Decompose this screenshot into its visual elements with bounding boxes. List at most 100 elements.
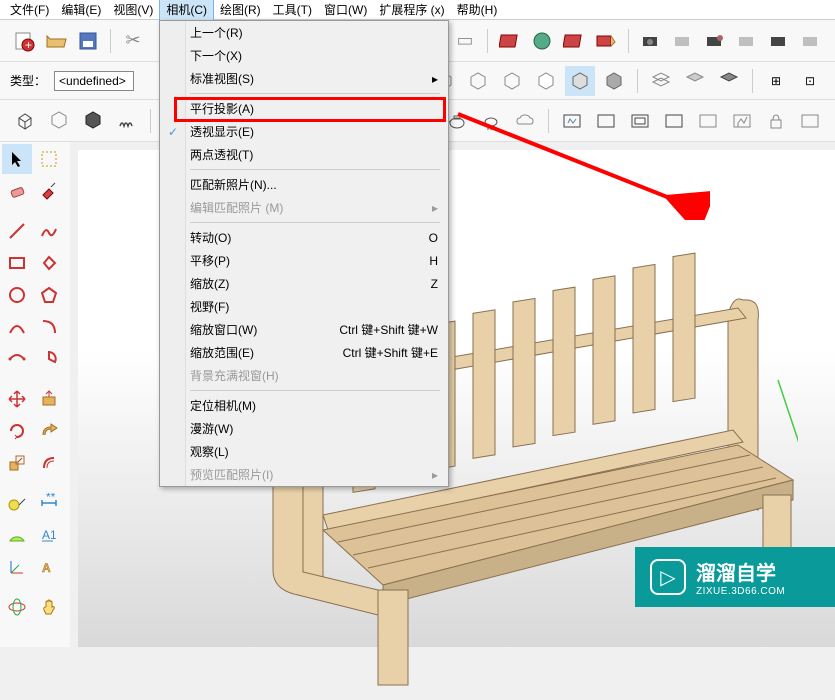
menu-next[interactable]: 下一个(X) [160,44,448,67]
red-box-icon[interactable] [496,27,524,55]
3dtext-tool[interactable]: A [34,552,64,582]
offset-tool[interactable] [34,448,64,478]
divider [752,69,753,93]
rotate-tool[interactable] [2,416,32,446]
iso-icon[interactable] [10,106,40,136]
camera4-icon[interactable] [733,27,761,55]
menu-zoom-window[interactable]: 缩放窗口(W)Ctrl 键+Shift 键+W [160,318,448,341]
camera3-icon[interactable] [701,27,729,55]
followme-tool[interactable] [34,416,64,446]
watermark-url: ZIXUE.3D66.COM [696,586,785,597]
menu-zoom[interactable]: 缩放(Z)Z [160,272,448,295]
render7-icon[interactable] [795,106,825,136]
menu-draw[interactable]: 绘图(R) [214,0,267,20]
camera1-icon[interactable] [637,27,665,55]
menu-edit[interactable]: 编辑(E) [55,0,107,20]
menu-extensions[interactable]: 扩展程序 (x) [373,0,450,20]
cube7-icon[interactable] [599,66,629,96]
cube4-icon[interactable] [497,66,527,96]
menu-parallel-projection[interactable]: 平行投影(A) [160,97,448,120]
move-tool[interactable] [2,384,32,414]
cube5-icon[interactable] [531,66,561,96]
menu-perspective[interactable]: ✓透视显示(E) [160,120,448,143]
render6-icon[interactable] [727,106,757,136]
pan-tool[interactable] [34,592,64,622]
new-icon[interactable]: + [10,27,38,55]
spring-icon[interactable] [112,106,142,136]
hand-teapot-icon[interactable] [476,106,506,136]
menu-help[interactable]: 帮助(H) [451,0,504,20]
line-tool[interactable] [2,216,32,246]
svg-text:A: A [42,561,51,575]
save-icon[interactable] [74,27,102,55]
camera2-icon[interactable] [669,27,697,55]
text-tool[interactable]: A1 [34,520,64,550]
misc2-icon[interactable]: ⊡ [795,66,825,96]
cube6-icon[interactable] [565,66,595,96]
layer2-icon[interactable] [680,66,710,96]
menu-match-photo[interactable]: 匹配新照片(N)... [160,173,448,196]
select-crossing-tool[interactable] [34,144,64,174]
pie-tool[interactable] [34,344,64,374]
menu-orbit[interactable]: 转动(O)O [160,226,448,249]
menu-window[interactable]: 窗口(W) [318,0,373,20]
menu-file[interactable]: 文件(F) [4,0,55,20]
menu-tools[interactable]: 工具(T) [267,0,318,20]
circle-tool[interactable] [2,280,32,310]
svg-text:+: + [25,38,32,52]
select-tool[interactable] [2,144,32,174]
orbit-tool[interactable] [2,592,32,622]
cloud-icon[interactable] [510,106,540,136]
type-value: <undefined> [59,74,126,88]
paint-tool[interactable] [34,176,64,206]
eraser-tool[interactable] [2,176,32,206]
render1-icon[interactable] [557,106,587,136]
tape-tool[interactable] [2,488,32,518]
render2-icon[interactable] [591,106,621,136]
menu-position-camera[interactable]: 定位相机(M) [160,394,448,417]
rect-tool[interactable] [2,248,32,278]
arc-tool[interactable] [2,312,32,342]
open-icon[interactable] [42,27,70,55]
render5-icon[interactable] [693,106,723,136]
camera5-icon[interactable] [765,27,793,55]
menu-walk[interactable]: 漫游(W) [160,417,448,440]
axes-tool[interactable] [2,552,32,582]
globe-icon[interactable] [528,27,556,55]
layer1-icon[interactable] [646,66,676,96]
polygon-tool[interactable] [34,280,64,310]
shape4-icon[interactable]: ▭ [451,27,479,55]
pushpull-tool[interactable] [34,384,64,414]
dimension-tool[interactable]: ** [34,488,64,518]
menu-camera[interactable]: 相机(C) [159,0,214,21]
camera6-icon[interactable] [797,27,825,55]
lock-icon[interactable] [761,106,791,136]
menu-zoom-extents[interactable]: 缩放范围(E)Ctrl 键+Shift 键+E [160,341,448,364]
rotrect-tool[interactable] [34,248,64,278]
divider [487,29,488,53]
menu-two-point[interactable]: 两点透视(T) [160,143,448,166]
menu-fov[interactable]: 视野(F) [160,295,448,318]
arc2-tool[interactable] [34,312,64,342]
arc3-tool[interactable] [2,344,32,374]
render4-icon[interactable] [659,106,689,136]
menu-view[interactable]: 视图(V) [107,0,159,20]
menu-pan[interactable]: 平移(P)H [160,249,448,272]
menu-standard-views[interactable]: 标准视图(S)▸ [160,67,448,90]
red-box2-icon[interactable] [560,27,588,55]
wire-icon[interactable] [44,106,74,136]
render3-icon[interactable] [625,106,655,136]
scale-tool[interactable] [2,448,32,478]
cube3-icon[interactable] [463,66,493,96]
menu-look[interactable]: 观察(L) [160,440,448,463]
menu-prev[interactable]: 上一个(R) [160,21,448,44]
misc1-icon[interactable]: ⊞ [761,66,791,96]
layer3-icon[interactable] [714,66,744,96]
solid-icon[interactable] [78,106,108,136]
submenu-arrow-icon: ▸ [432,72,438,86]
freehand-tool[interactable] [34,216,64,246]
red-open-icon[interactable] [592,27,620,55]
protractor-tool[interactable] [2,520,32,550]
type-select[interactable]: <undefined> [54,71,134,91]
cut-icon[interactable]: ✂ [119,27,147,55]
